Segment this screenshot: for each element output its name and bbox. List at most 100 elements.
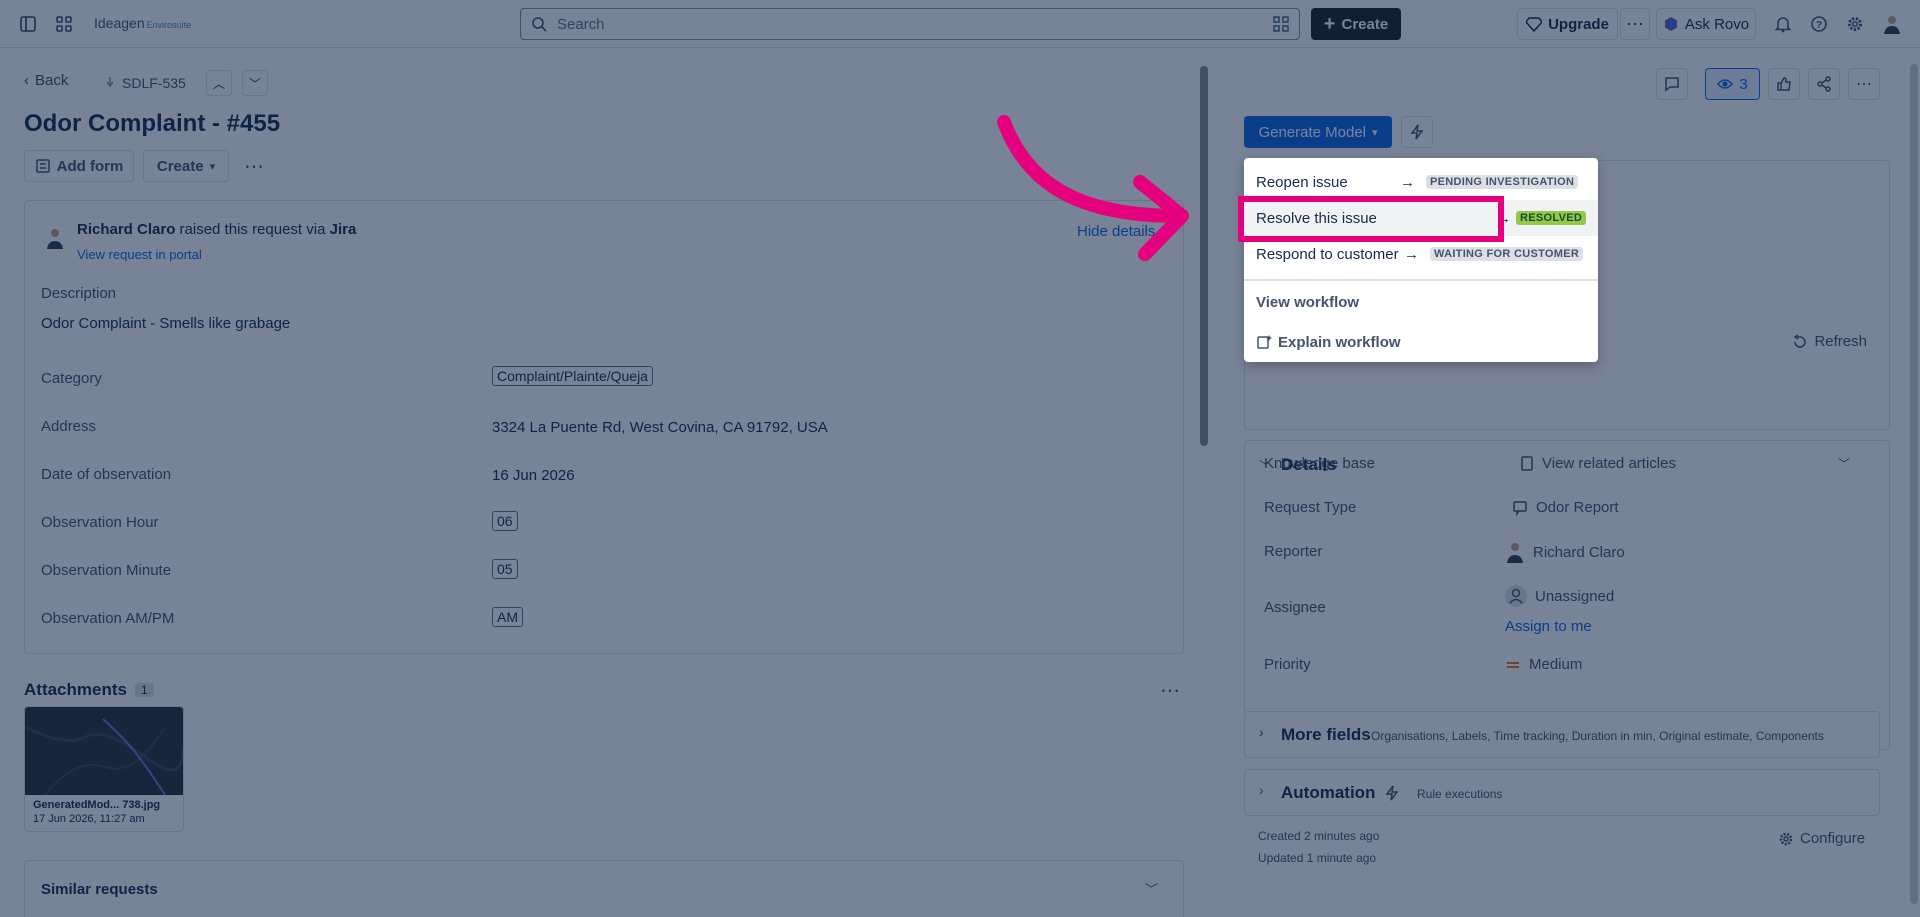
priority-value-text: Medium [1529,656,1583,673]
more-icon: ⋯ [1626,14,1644,34]
product-logo[interactable]: Ideagen Envirosuite [94,15,191,31]
back-label: Back [35,72,69,89]
more-options-icon[interactable]: ⋯ [244,154,264,179]
refresh-icon [1794,333,1807,348]
assignee-label: Assignee [1264,599,1326,616]
more-actions-button[interactable]: ⋯ [1620,8,1650,40]
chevron-left-icon: ‹ [24,72,29,89]
feedback-icon [1665,77,1679,92]
more-icon: ⋯ [1856,76,1872,93]
priority-medium-icon [1507,661,1519,668]
priority-value[interactable]: Medium [1505,656,1582,673]
menu-item-view-workflow[interactable]: View workflow [1244,284,1598,320]
attachment-thumbnail [25,707,183,795]
field-label-hour: Observation Hour [41,514,159,531]
automation-trigger-button[interactable] [1401,116,1433,148]
kb-value[interactable]: View related articles [1520,455,1676,472]
notifications-icon[interactable] [1771,12,1795,36]
reporter-avatar [45,227,65,249]
ask-rovo-button[interactable]: Ask Rovo [1656,8,1756,40]
logo-subtext: Envirosuite [146,20,192,30]
main-scrollbar[interactable] [1200,66,1208,446]
automation-summary: Rule executions [1417,787,1503,801]
search-filter-icon[interactable] [1273,16,1289,32]
view-portal-link[interactable]: View request in portal [77,247,202,262]
status-label: Generate Model [1258,123,1367,141]
arrow-right-icon: → [1404,245,1419,263]
attachment-card[interactable]: GeneratedMod... 738.jpg 17 Jun 2026, 11:… [24,706,184,832]
app-switcher-icon[interactable] [52,12,76,36]
chevron-down-icon: ﹀ [248,76,261,91]
assign-to-me-link[interactable]: Assign to me [1505,618,1592,635]
like-button[interactable] [1768,68,1800,100]
share-button[interactable] [1808,68,1840,100]
status-lozenge: WAITING FOR CUSTOMER [1430,247,1584,261]
chevron-right-icon: › [1259,782,1264,798]
book-icon [1521,455,1533,471]
field-value-ampm[interactable]: AM [492,607,523,627]
issue-key-breadcrumb[interactable]: SDLF-535 [104,75,186,91]
field-label-date: Date of observation [41,466,172,483]
share-icon [1817,76,1831,92]
refresh-button[interactable]: Refresh [1792,333,1867,350]
tutorial-highlight-box [1238,196,1504,242]
reporter-value[interactable]: Richard Claro [1505,541,1625,563]
request-type-text: Odor Report [1536,499,1619,516]
create-dropdown-button[interactable]: Create ▾ [143,150,229,182]
create-button[interactable]: + Create [1311,8,1401,40]
chevron-down-icon: ▾ [209,160,216,173]
chevron-right-icon: › [1259,724,1264,740]
sidebar-toggle-icon[interactable] [16,12,40,36]
feedback-button[interactable] [1656,68,1688,100]
field-value-date[interactable]: 16 Jun 2026 [492,467,575,484]
attachments-count: 1 [134,683,154,697]
chevron-down-icon[interactable]: ﹀ [1838,455,1850,472]
menu-item-reopen[interactable]: Reopen issue → PENDING INVESTIGATION [1244,164,1598,200]
priority-label: Priority [1264,656,1311,673]
status-lozenge: RESOLVED [1516,211,1587,225]
configure-button[interactable]: Configure [1778,830,1865,847]
settings-gear-icon[interactable] [1843,12,1867,36]
request-type-value[interactable]: Odor Report [1512,499,1619,516]
similar-requests-section[interactable]: Similar requests ﹀ [24,860,1184,917]
request-source: Jira [329,221,357,238]
menu-item-explain-workflow[interactable]: Explain workflow [1244,324,1598,360]
upgrade-label: Upgrade [1548,15,1609,33]
next-issue-button[interactable]: ﹀ [242,70,268,96]
field-value-minute[interactable]: 05 [492,559,518,579]
explain-workflow-label: Explain workflow [1278,333,1401,351]
attachments-header: Attachments 1 [24,680,154,700]
field-value-category[interactable]: Complaint/Plainte/Queja [492,366,653,386]
logo-text: Ideagen [94,15,145,31]
search-input[interactable]: Search [520,8,1300,40]
back-link[interactable]: ‹ Back [24,72,68,89]
more-actions-button[interactable]: ⋯ [1848,68,1880,100]
form-icon [35,159,50,173]
chevron-down-icon: ▾ [1372,126,1378,139]
add-form-button[interactable]: Add form [24,150,134,182]
help-icon[interactable]: ? [1807,12,1831,36]
svg-text:?: ? [1816,20,1822,31]
attachments-more-icon[interactable]: ⋯ [1160,678,1180,703]
side-panel-scrollbar[interactable] [1910,64,1918,904]
field-label-category: Category [41,370,102,387]
upgrade-button[interactable]: Upgrade [1517,8,1618,40]
more-fields-summary: Organisations, Labels, Time tracking, Du… [1371,729,1824,743]
previous-issue-button[interactable]: ︿ [206,70,232,96]
assignee-value[interactable]: Unassigned [1505,585,1614,607]
profile-avatar[interactable] [1880,12,1904,36]
field-value-hour[interactable]: 06 [492,511,518,531]
create-dropdown-label: Create [156,157,204,175]
field-value-address[interactable]: 3324 La Puente Rd, West Covina, CA 91792… [492,419,828,436]
diamond-icon [1526,17,1543,32]
reporter-name[interactable]: Richard Claro [77,221,175,238]
transition-menu: Reopen issue → PENDING INVESTIGATION Res… [1244,158,1598,362]
issue-title[interactable]: Odor Complaint - #455 [24,110,280,138]
field-label-address: Address [41,418,97,435]
watchers-button[interactable]: 3 [1705,68,1760,100]
attachment-filename: GeneratedMod... 738.jpg [33,799,161,811]
more-fields-section[interactable]: › More fields Organisations, Labels, Tim… [1244,711,1880,758]
description-text[interactable]: Odor Complaint - Smells like grabage [41,315,290,332]
automation-section[interactable]: › Automation Rule executions [1244,769,1880,816]
status-transition-button[interactable]: Generate Model ▾ [1244,116,1392,148]
